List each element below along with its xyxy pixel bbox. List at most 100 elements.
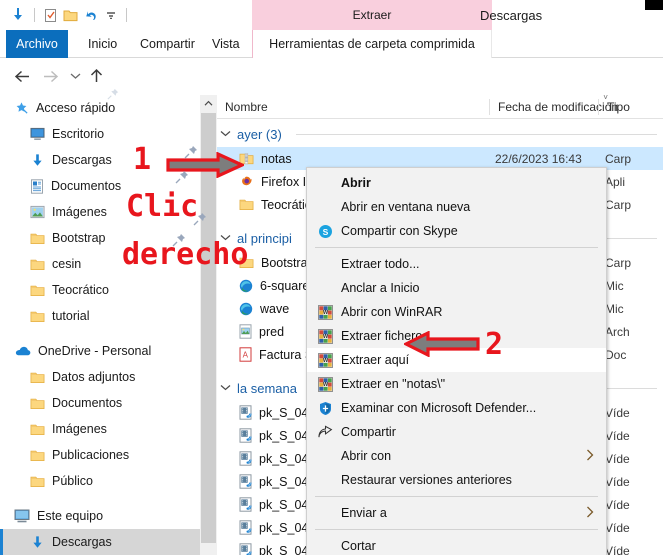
folder-icon — [30, 310, 45, 323]
sidebar-item-descargas[interactable]: Descargas — [0, 529, 200, 555]
menu-item-label: Restaurar versiones anteriores — [341, 473, 512, 487]
chevron-down-icon[interactable] — [219, 383, 231, 394]
video-file-icon — [239, 428, 252, 443]
winrar-icon: W — [315, 352, 335, 368]
video-file-icon — [239, 474, 252, 489]
menu-item-extraer-en-notas[interactable]: W Extraer en "notas\" — [307, 372, 606, 396]
column-divider-1[interactable] — [489, 99, 490, 115]
sidebar-item-label: Imágenes — [52, 204, 107, 219]
menu-item-icon-placeholder — [315, 448, 335, 464]
svg-text:W: W — [323, 358, 329, 364]
pin-icon — [172, 233, 186, 250]
forward-button[interactable] — [40, 66, 60, 86]
file-type-cell: Víde — [605, 520, 630, 535]
sidebar-item-tutorial[interactable]: tutorial — [0, 303, 200, 329]
tab-archivo[interactable]: Archivo — [6, 30, 68, 58]
menu-item-icon-placeholder — [315, 175, 335, 191]
chevron-down-icon[interactable] — [219, 129, 231, 140]
sidebar-item-label: Documentos — [52, 395, 123, 410]
sidebar-item-label: Este equipo — [37, 508, 104, 523]
sidebar-item-im-genes[interactable]: Imágenes — [0, 416, 200, 442]
file-name-cell: pred — [217, 324, 284, 339]
svg-text:A: A — [243, 351, 249, 360]
title-bar: Extraer Descargas — [0, 0, 663, 30]
winrar-icon: W — [317, 352, 333, 368]
menu-item-restaurar-versiones-anteriores[interactable]: Restaurar versiones anteriores — [307, 468, 606, 492]
sidebar-item-label: Datos adjuntos — [52, 369, 136, 384]
column-header-tipo[interactable]: Tipo — [607, 95, 630, 119]
undo-icon[interactable] — [83, 7, 99, 23]
share-icon — [315, 424, 335, 440]
column-header-row: Nombre Fecha de modificación ˅ Tipo — [217, 95, 663, 119]
sidebar-item-documentos[interactable]: Documentos — [0, 390, 200, 416]
menu-item-extraer-todo[interactable]: Extraer todo... — [307, 252, 606, 276]
menu-item-examinar-con-microsoft-defender[interactable]: Examinar con Microsoft Defender... — [307, 396, 606, 420]
scroll-up-arrow[interactable] — [200, 95, 217, 112]
folder-icon — [30, 232, 45, 245]
file-type-cell: Mic — [605, 278, 624, 293]
menu-item-abrir-en-ventana-nueva[interactable]: Abrir en ventana nueva — [307, 195, 606, 219]
column-divider-2[interactable] — [598, 99, 599, 115]
file-group-header[interactable]: ayer (3) — [217, 121, 663, 147]
column-header-nombre[interactable]: Nombre — [225, 95, 268, 119]
group-rule — [295, 133, 657, 135]
sidebar-item-p-blico[interactable]: Público — [0, 468, 200, 494]
folder-icon — [30, 397, 45, 410]
folder-icon — [30, 258, 45, 271]
up-button[interactable] — [86, 66, 106, 86]
pin-icon — [175, 170, 189, 187]
menu-item-compartir[interactable]: Compartir — [307, 420, 606, 444]
sidebar-item-label: tutorial — [52, 308, 90, 323]
file-name-cell: pk_S_043 — [217, 428, 315, 443]
sidebar-item-este-equipo[interactable]: Este equipo — [0, 503, 200, 529]
qat-divider-2 — [126, 8, 127, 22]
sidebar-item-publicaciones[interactable]: Publicaciones — [0, 442, 200, 468]
menu-item-abrir-con-winrar[interactable]: W Abrir con WinRAR — [307, 300, 606, 324]
file-explorer-window: Extraer Descargas Archivo Inicio Compart… — [0, 0, 663, 555]
sidebar-item-onedrive-personal[interactable]: OneDrive - Personal — [0, 338, 200, 364]
sidebar-item-acceso-r-pido[interactable]: Acceso rápido — [0, 95, 200, 121]
contextual-ribbon-group: Extraer — [252, 0, 492, 30]
menu-item-enviar-a[interactable]: Enviar a — [307, 501, 606, 525]
column-header-fecha[interactable]: Fecha de modificación ˅ — [498, 95, 663, 119]
file-name-cell: pk_S_047 — [217, 497, 315, 512]
back-button[interactable] — [12, 66, 32, 86]
menu-item-label: Abrir con — [341, 449, 392, 463]
context-menu[interactable]: Abrir Abrir en ventana nueva S Compartir co… — [306, 167, 607, 555]
menu-item-abrir[interactable]: Abrir — [307, 171, 606, 195]
sidebar-item-label: Descargas — [52, 152, 112, 167]
sidebar-item-datos-adjuntos[interactable]: Datos adjuntos — [0, 364, 200, 390]
download-arrow-icon[interactable] — [10, 7, 26, 23]
tab-compartir[interactable]: Compartir — [130, 30, 205, 58]
sidebar-item-teocr-tico[interactable]: Teocrático — [0, 277, 200, 303]
menu-item-icon-placeholder — [315, 199, 335, 215]
tab-vista[interactable]: Vista — [202, 30, 250, 58]
winrar-icon: W — [315, 328, 335, 344]
tab-inicio[interactable]: Inicio — [78, 30, 127, 58]
svg-text:W: W — [323, 334, 329, 340]
menu-item-label: Compartir — [341, 425, 396, 439]
sidebar-item-escritorio[interactable]: Escritorio — [0, 121, 200, 147]
file-group-label: ayer (3) — [237, 126, 282, 142]
properties-icon[interactable] — [43, 8, 58, 23]
menu-item-label: Abrir — [341, 176, 371, 190]
file-type-cell: Víde — [605, 451, 630, 466]
new-folder-icon[interactable] — [63, 8, 78, 22]
menu-item-icon-placeholder — [315, 256, 335, 272]
menu-item-abrir-con[interactable]: Abrir con — [307, 444, 606, 468]
menu-item-cortar[interactable]: Cortar — [307, 534, 606, 555]
svg-text:W: W — [323, 310, 329, 316]
menu-item-anclar-a-inicio[interactable]: Anclar a Inicio — [307, 276, 606, 300]
tab-herramientas-carpeta-comprimida[interactable]: Herramientas de carpeta comprimida — [252, 30, 492, 58]
file-name-cell: Teocrátic — [217, 198, 311, 212]
window-controls-region[interactable] — [645, 0, 663, 10]
menu-item-compartir-con-skype[interactable]: S Compartir con Skype — [307, 219, 606, 243]
navigation-bar: › Este equipo › Descargas Buscar en Desc… — [0, 58, 663, 146]
menu-item-icon-placeholder — [315, 538, 335, 554]
contextual-group-label: Extraer — [352, 8, 392, 22]
customize-qat-icon[interactable] — [104, 8, 118, 22]
ribbon-tab-bar: Archivo Inicio Compartir Vista Herramien… — [0, 30, 663, 58]
computer-icon — [14, 509, 30, 523]
recent-locations-button[interactable] — [65, 66, 85, 86]
